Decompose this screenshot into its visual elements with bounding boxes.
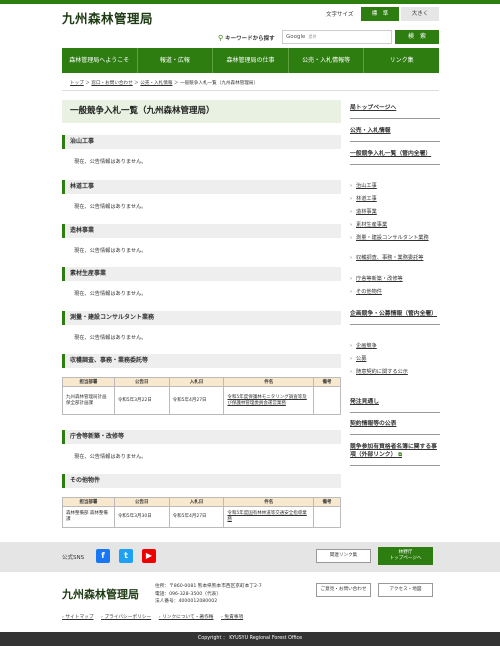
nav-item-bids[interactable]: 公売・入札情報等 [289, 48, 365, 73]
bid-table: 担当部署 公告日 入札日 件名 備考 森林整備部 森林整備課 令和5年3月30日… [62, 497, 341, 528]
nav-item-work[interactable]: 森林管理局の仕事 [213, 48, 289, 73]
search-button[interactable]: 検 索 [395, 30, 439, 44]
sidebar-item[interactable]: 庁舎等新築・改修等 [350, 276, 403, 283]
sidebar-item[interactable]: 造林事業 [350, 209, 377, 216]
global-nav: 森林管理局へようこそ 報道・広報 森林管理局の仕事 公売・入札情報等 リンク集 [62, 48, 439, 73]
section-heading: 治山工事 [62, 135, 341, 149]
section-heading: 測量・建設コンサルタント業務 [62, 311, 341, 325]
sidebar-link-orders[interactable]: 発注見通し [350, 398, 440, 413]
related-links-button[interactable]: 関連リンク集 [316, 549, 371, 563]
sidebar-item[interactable]: 林道工事 [350, 196, 377, 203]
nav-item-links[interactable]: リンク集 [364, 48, 439, 73]
twitter-icon[interactable]: t [119, 549, 133, 563]
bid-subject-link[interactable]: 令和5年度保護林モニタリング調査等及び保護林管理委員会運営業務 [223, 386, 315, 415]
sidebar-item[interactable]: 治山工事 [350, 183, 377, 190]
rinya-top-button[interactable]: 林野庁 トップページへ [378, 547, 433, 565]
section-heading: 林道工事 [62, 180, 341, 194]
no-info-text: 現在、公告情報はありません。 [74, 291, 147, 297]
no-info-text: 現在、公告情報はありません。 [74, 204, 147, 210]
sidebar-item[interactable]: 随意契約に関する公示 [350, 369, 426, 376]
facebook-icon[interactable]: f [96, 549, 110, 563]
sidebar-item[interactable]: 公募 [350, 356, 367, 363]
sidebar-link-list[interactable]: 一般競争入札一覧（管内全署） [350, 150, 440, 165]
no-info-text: 現在、公告情報はありません。 [74, 335, 147, 341]
nav-item-welcome[interactable]: 森林管理局へようこそ [62, 48, 138, 73]
search-label: ⚲ キーワードから探す [218, 34, 275, 42]
fontsize-label: 文字サイズ [326, 12, 354, 18]
fontsize-large-button[interactable]: 大きく [401, 7, 439, 21]
divider [62, 90, 439, 91]
sidebar-item[interactable]: その他物件 [350, 289, 382, 296]
copyright: Copyright ： KYUSYU Regional Forest Offic… [0, 632, 500, 646]
table-header-row: 担当部署 公告日 入札日 件名 備考 [62, 497, 341, 507]
footer-link-sitemap[interactable]: サイトマップ [62, 615, 94, 620]
no-info-text: 現在、公告情報はありません。 [74, 159, 147, 165]
search-bar: ⚲ キーワードから探す Google 提供 検 索 [0, 27, 500, 47]
section-heading: 庁舎等新築・改修等 [62, 430, 341, 444]
sidebar-link-planning[interactable]: 企画競争・公募情報（管内全署） [350, 310, 440, 325]
table-row: 九州森林管理局計画保全部計画課 令和5年3月22日 令和5年4月27日 令和5年… [62, 386, 341, 415]
footer-link-disclaimer[interactable]: 免責事項 [221, 615, 243, 620]
external-link-icon: ⧉ [398, 452, 402, 458]
footer-link-copyright[interactable]: リンクについて・著作権 [159, 615, 214, 620]
sidebar-item[interactable]: 収穫調査、事務・業務委託等 [350, 255, 436, 262]
sidebar-link-qualification[interactable]: 競争参加有資格者名簿に関する事項（外部リンク） ⧉ [350, 443, 440, 466]
section-heading: 収穫調査、事務・業務委託等 [62, 354, 341, 368]
sidebar-item[interactable]: 企画競争 [350, 343, 377, 350]
section-heading: 造林事業 [62, 224, 341, 238]
table-row: 森林整備部 森林整備課 令和5年3月30日 令和5年4月27日 令和5年度国有林… [62, 506, 341, 528]
sidebar-item[interactable]: 測量・建設コンサルタント業務 [350, 235, 436, 242]
site-header: 九州森林管理局 文字サイズ 標 準 大きく [0, 0, 500, 27]
table-header-row: 担当部署 公告日 入札日 件名 備考 [62, 377, 341, 387]
sidebar-link-contracts[interactable]: 契約情報等の公表 [350, 420, 440, 435]
breadcrumb-contact[interactable]: 窓口・お問い合わせ [91, 81, 132, 86]
section-heading: 素材生産事業 [62, 267, 341, 281]
access-button[interactable]: アクセス・地図 [378, 583, 433, 597]
search-icon: ⚲ [218, 34, 224, 42]
sidebar-link-bid-info[interactable]: 公売・入札情報 [350, 127, 440, 142]
section-heading: その他物件 [62, 474, 341, 488]
fontsize-standard-button[interactable]: 標 準 [361, 7, 399, 21]
page-title: 一般競争入札一覧（九州森林管理局） [62, 100, 341, 123]
breadcrumb: トップ ＞ 窓口・お問い合わせ ＞ 公売・入札情報 ＞ 一般競争入札一覧（九州森… [70, 81, 259, 86]
nav-item-press[interactable]: 報道・広報 [138, 48, 214, 73]
sns-label: 公式SNS [62, 555, 85, 561]
footer-address: 住所：〒860-0081 熊本県熊本市西区京町本丁2-7 電話：096-328-… [155, 584, 262, 604]
footer-link-privacy[interactable]: プライバシーポリシー [101, 615, 151, 620]
footer-links: サイトマップ プライバシーポリシー リンクについて・著作権 免責事項 [62, 614, 249, 620]
breadcrumb-bids[interactable]: 公売・入札情報 [140, 81, 172, 86]
main-content: 一般競争入札一覧（九州森林管理局） 治山工事 現在、公告情報はありません。 林道… [62, 100, 341, 528]
bid-subject-link[interactable]: 令和5年度国有林林道等交通安全指導業務 [223, 506, 315, 528]
contact-button[interactable]: ご意見・お問い合わせ [316, 583, 371, 597]
sidebar-item[interactable]: 素材生産事業 [350, 222, 387, 229]
footer-logo[interactable]: 九州森林管理局 [62, 586, 139, 602]
youtube-icon[interactable]: ▶ [142, 549, 156, 563]
site-logo[interactable]: 九州森林管理局 [62, 8, 153, 27]
no-info-text: 現在、公告情報はありません。 [74, 248, 147, 254]
search-input[interactable]: Google 提供 [282, 30, 392, 44]
bid-table: 担当部署 公告日 入札日 件名 備考 九州森林管理局計画保全部計画課 令和5年3… [62, 377, 341, 415]
no-info-text: 現在、公告情報はありません。 [74, 454, 147, 460]
breadcrumb-top[interactable]: トップ [70, 81, 84, 86]
breadcrumb-current: 一般競争入札一覧（九州森林管理局） [179, 81, 259, 86]
sidebar-link-top[interactable]: 局トップページへ [350, 104, 440, 119]
